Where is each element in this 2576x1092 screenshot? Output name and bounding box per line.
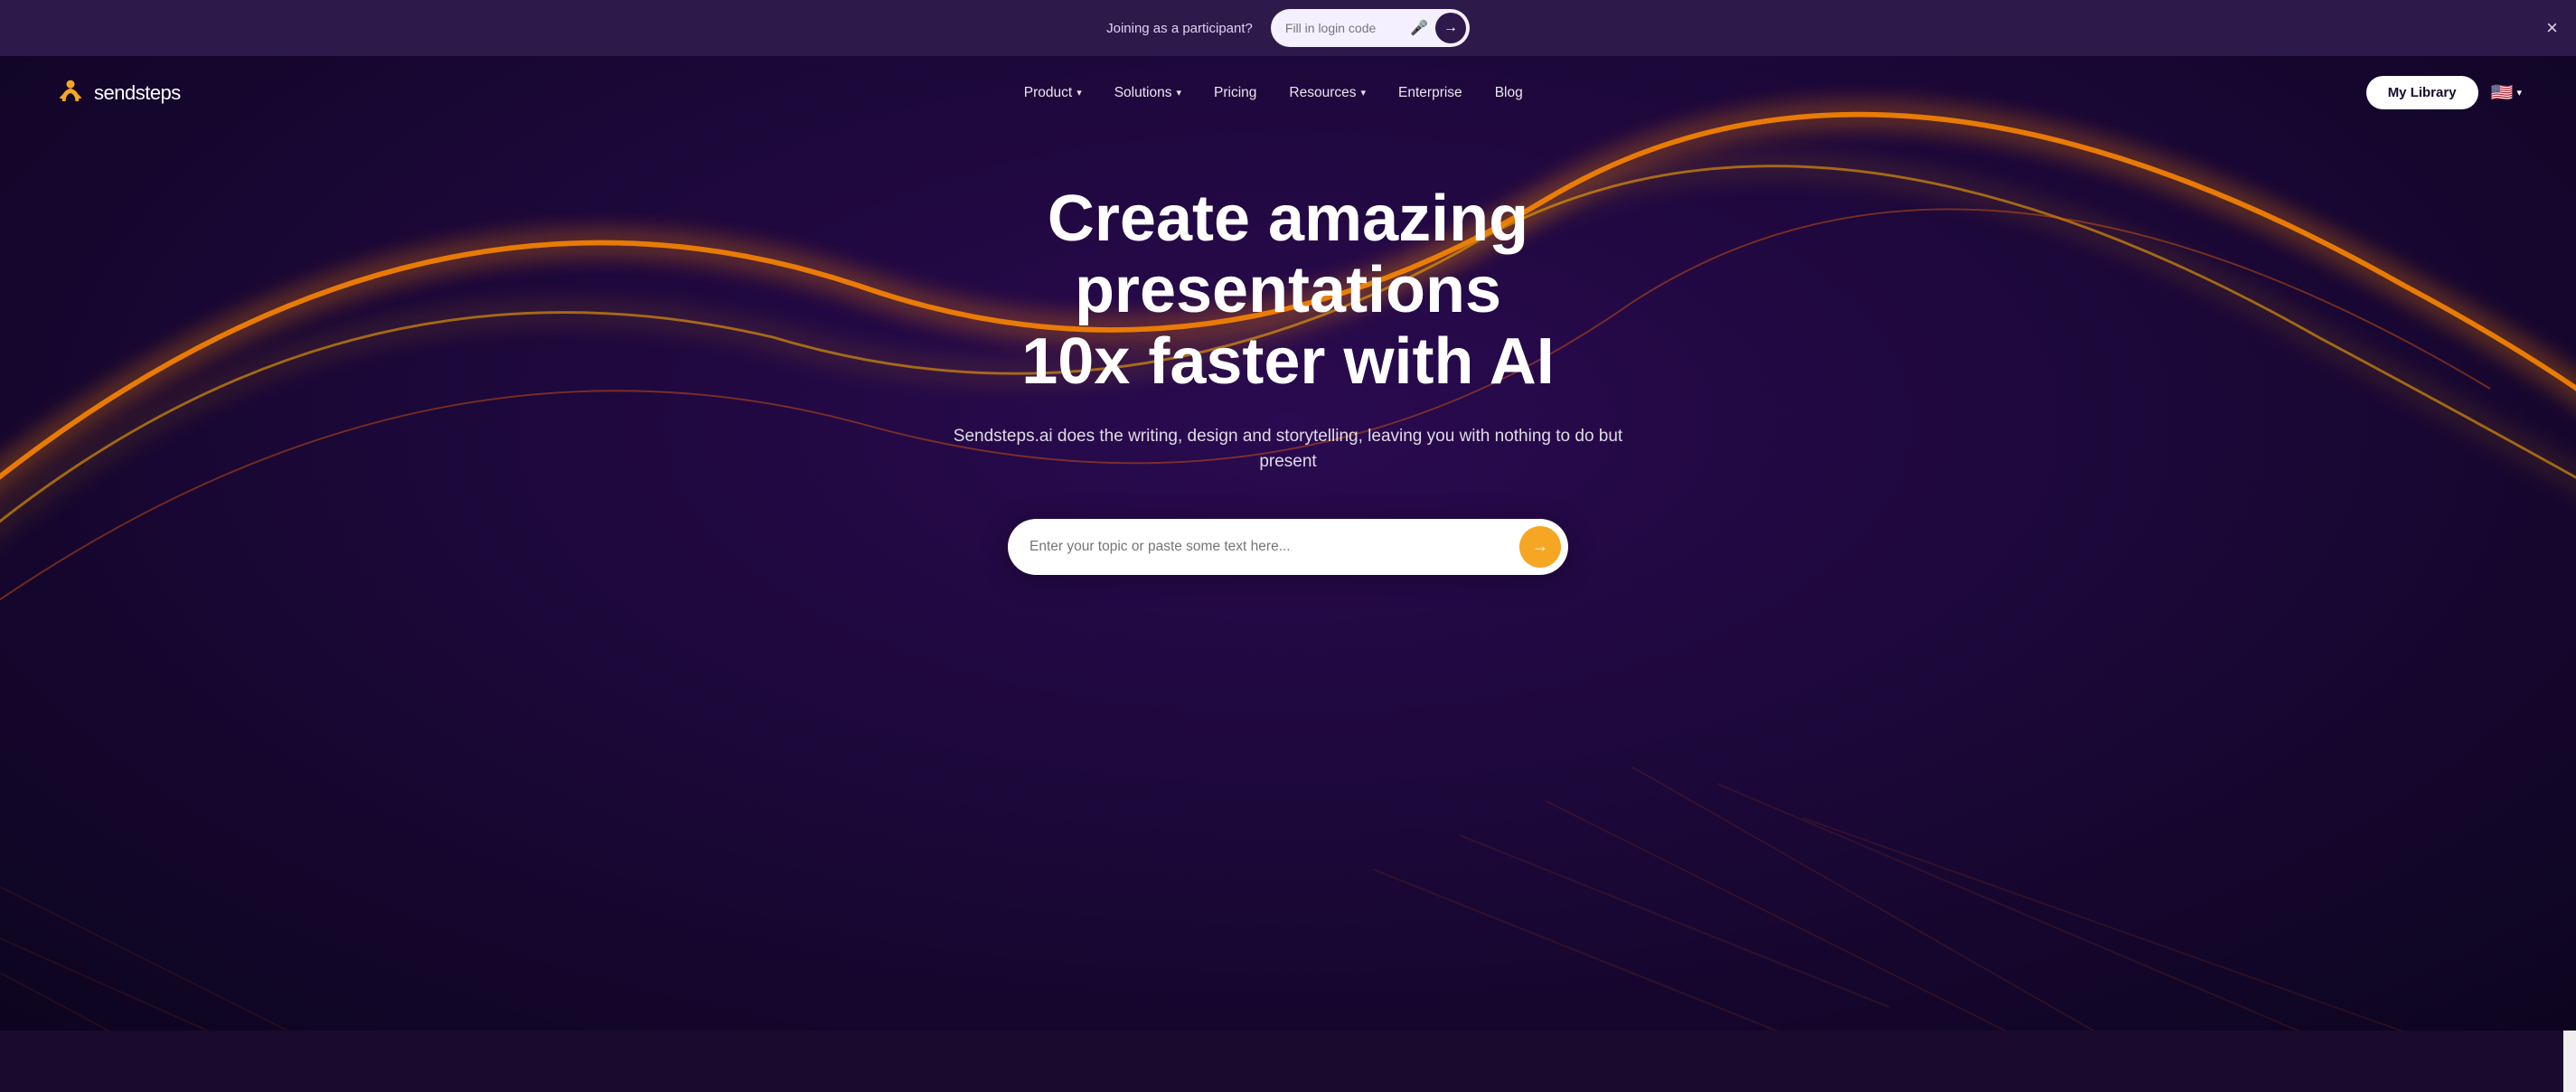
hero-input-container: → (1008, 519, 1568, 575)
nav-item-enterprise[interactable]: Enterprise (1398, 85, 1462, 101)
nav-link-blog[interactable]: Blog (1495, 85, 1523, 101)
topic-input[interactable] (1029, 539, 1519, 555)
navbar: sendsteps Product ▾ Solutions ▾ Pricing (0, 56, 2576, 129)
chevron-down-icon: ▾ (1076, 87, 1082, 99)
nav-links: Product ▾ Solutions ▾ Pricing Resources … (1024, 85, 1523, 101)
nav-item-product[interactable]: Product ▾ (1024, 85, 1082, 101)
logo-icon (54, 77, 87, 109)
arrow-right-icon: → (1443, 20, 1458, 36)
nav-link-pricing[interactable]: Pricing (1214, 85, 1256, 101)
close-button[interactable]: × (2546, 18, 2558, 38)
login-code-container: 🎤 → (1271, 9, 1470, 47)
arrow-right-icon: → (1532, 537, 1548, 556)
my-library-button[interactable]: My Library (2366, 76, 2478, 109)
login-code-input[interactable] (1285, 21, 1403, 35)
hero-title: Create amazing presentations 10x faster … (881, 184, 1695, 399)
nav-link-solutions[interactable]: Solutions ▾ (1114, 85, 1181, 101)
chevron-down-icon: ▾ (2516, 87, 2522, 99)
hero-subtitle: Sendsteps.ai does the writing, design an… (926, 424, 1650, 475)
joining-text: Joining as a participant? (1106, 21, 1253, 36)
logo-text: sendsteps (94, 81, 181, 105)
nav-item-blog[interactable]: Blog (1495, 85, 1523, 101)
top-bar: Joining as a participant? 🎤 → × (0, 0, 2576, 56)
hero-submit-button[interactable]: → (1519, 526, 1561, 568)
hero-section: sendsteps Product ▾ Solutions ▾ Pricing (0, 56, 2576, 1031)
microphone-icon: 🎤 (1410, 19, 1428, 37)
nav-actions: My Library 🇺🇸 ▾ (2366, 76, 2522, 109)
nav-link-product[interactable]: Product ▾ (1024, 85, 1082, 101)
logo-link[interactable]: sendsteps (54, 77, 181, 109)
nav-link-resources[interactable]: Resources ▾ (1289, 85, 1366, 101)
chevron-down-icon: ▾ (1176, 87, 1181, 99)
nav-item-solutions[interactable]: Solutions ▾ (1114, 85, 1181, 101)
nav-item-pricing[interactable]: Pricing (1214, 85, 1256, 101)
login-submit-button[interactable]: → (1435, 13, 1466, 43)
nav-link-enterprise[interactable]: Enterprise (1398, 85, 1462, 101)
hero-content: Create amazing presentations 10x faster … (0, 129, 2576, 629)
flag-icon: 🇺🇸 (2491, 81, 2514, 104)
close-icon: × (2546, 16, 2558, 39)
language-selector[interactable]: 🇺🇸 ▾ (2491, 81, 2522, 104)
chevron-down-icon: ▾ (1361, 87, 1367, 99)
nav-item-resources[interactable]: Resources ▾ (1289, 85, 1366, 101)
